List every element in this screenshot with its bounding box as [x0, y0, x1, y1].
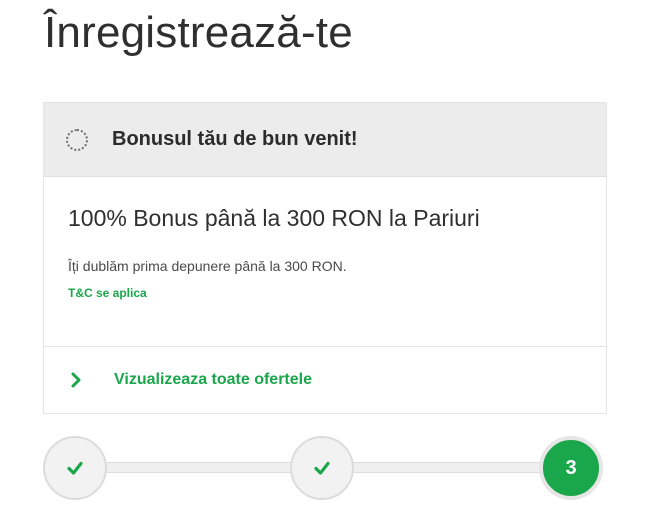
bonus-card-body: 100% Bonus până la 300 RON la Pariuri Îț… — [44, 177, 606, 347]
chevron-right-icon — [71, 372, 81, 388]
view-all-offers-link[interactable]: Vizualizeaza toate ofertele — [44, 347, 606, 413]
step-number: 3 — [565, 456, 577, 479]
offer-description: Îți dublăm prima depunere până la 300 RO… — [68, 258, 347, 274]
step-3-current[interactable]: 3 — [539, 436, 603, 500]
bonus-card-title: Bonusul tău de bun venit! — [112, 128, 358, 150]
offer-title: 100% Bonus până la 300 RON la Pariuri — [68, 205, 480, 231]
view-all-offers-label: Vizualizeaza toate ofertele — [114, 371, 312, 388]
bonus-card: Bonusul tău de bun venit! 100% Bonus pân… — [43, 102, 607, 414]
check-icon — [314, 461, 330, 475]
bonus-card-header[interactable]: Bonusul tău de bun venit! — [44, 103, 606, 177]
step-2[interactable] — [290, 436, 354, 500]
radio-button[interactable] — [66, 128, 88, 151]
step-1[interactable] — [43, 436, 107, 500]
progress-stepper: 3 — [43, 436, 607, 500]
page-title: Înregistrează-te — [44, 8, 353, 57]
check-icon — [67, 461, 83, 475]
terms-link[interactable]: T&C se aplica — [68, 286, 147, 300]
